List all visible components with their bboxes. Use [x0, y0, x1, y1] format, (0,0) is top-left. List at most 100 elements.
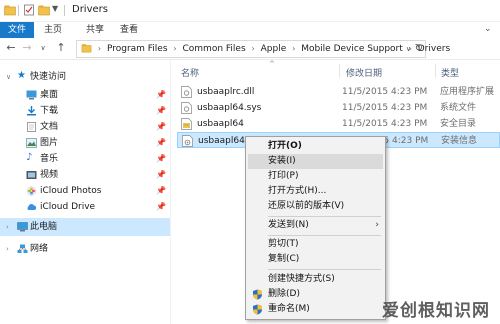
file-type: 安装信息: [441, 136, 478, 146]
properties-icon[interactable]: [23, 4, 35, 16]
dll-file-icon: [181, 86, 192, 98]
file-date: 11/5/2015 4:23 PM: [342, 103, 428, 113]
file-row[interactable]: usbaapl64.sys 11/5/2015 4:23 PM 系统文件: [177, 100, 500, 116]
menu-label: 创建快捷方式(S): [268, 274, 335, 284]
breadcrumb-chevron-icon[interactable]: ›: [173, 44, 176, 53]
nav-label: 网络: [30, 244, 49, 254]
tab-file[interactable]: 文件: [0, 22, 34, 38]
uac-shield-icon: [253, 289, 262, 300]
menu-item-open[interactable]: 打开(O): [248, 139, 383, 154]
file-name: usbaapl64: [197, 119, 244, 129]
icloud-drive-icon: [27, 204, 37, 210]
menu-label: 发送到(N): [268, 220, 309, 230]
forward-icon[interactable]: →: [20, 41, 34, 55]
menu-separator: [268, 216, 381, 217]
tab-share[interactable]: 共享: [80, 22, 110, 38]
column-header-date[interactable]: 修改日期: [346, 66, 382, 79]
security-catalog-icon: [181, 118, 192, 130]
menu-label: 打开方式(H)...: [268, 186, 327, 196]
file-type: 系统文件: [440, 103, 477, 113]
back-icon[interactable]: ←: [4, 41, 18, 55]
address-dropdown-icon[interactable]: ∨: [406, 45, 411, 53]
menu-item-restore-previous-versions[interactable]: 还原以前的版本(V): [248, 199, 383, 214]
file-date: 11/5/2015 4:23 PM: [342, 119, 428, 129]
menu-item-create-shortcut[interactable]: 创建快捷方式(S): [248, 272, 383, 287]
address-row: ← → ∨ ↑ › Program Files › Common Files ›…: [0, 38, 500, 60]
breadcrumb-chevron-icon[interactable]: ›: [252, 44, 255, 53]
music-icon: ♪: [26, 152, 33, 163]
up-icon[interactable]: ↑: [54, 41, 68, 55]
submenu-arrow-icon: ›: [375, 220, 379, 230]
quick-access-dropdown-icon[interactable]: ▼: [52, 4, 58, 13]
column-divider[interactable]: [339, 64, 340, 78]
menu-item-install[interactable]: 安装(I): [248, 154, 383, 169]
ribbon-tabs: 文件 主页 共享 查看 ⌄: [0, 22, 500, 38]
breadcrumb-chevron-icon[interactable]: ›: [98, 44, 101, 53]
download-icon: [27, 106, 36, 116]
nav-this-pc[interactable]: › 此电脑: [0, 218, 170, 236]
collapse-arrow-icon[interactable]: ∨: [6, 68, 11, 86]
uac-shield-icon: [253, 304, 262, 315]
menu-item-cut[interactable]: 剪切(T): [248, 237, 383, 252]
folder-app-icon: [4, 5, 16, 16]
nav-network[interactable]: › 网络: [0, 240, 170, 258]
menu-label: 打印(P): [268, 171, 299, 181]
navigation-pane: ∨ ★ 快速访问 桌面 📌 下载 📌 文档 📌 图片 📌 ♪ 音乐 📌 视频 📌…: [0, 60, 170, 324]
nav-label: iCloud Drive: [40, 202, 96, 212]
watermark: 爱创根知识网: [380, 292, 500, 324]
column-divider[interactable]: [435, 64, 436, 78]
nav-quick-access[interactable]: ∨ ★ 快速访问: [0, 68, 170, 86]
address-bar[interactable]: › Program Files › Common Files › Apple ›…: [76, 40, 450, 58]
file-type: 安全目录: [440, 119, 477, 129]
menu-label: 还原以前的版本(V): [268, 201, 345, 211]
breadcrumb-chevron-icon[interactable]: ›: [292, 44, 295, 53]
column-header-type[interactable]: 类型: [441, 66, 459, 79]
menu-item-open-with[interactable]: 打开方式(H)...: [248, 184, 383, 199]
context-menu: 打开(O) 安装(I) 打印(P) 打开方式(H)... 还原以前的版本(V) …: [245, 136, 386, 320]
breadcrumb-mobile-device-support[interactable]: Mobile Device Support: [301, 44, 403, 54]
documents-icon: [27, 122, 36, 132]
expand-ribbon-icon[interactable]: ⌄: [484, 24, 494, 34]
file-name: usbaaplrc.dll: [197, 87, 255, 97]
menu-label: 重命名(M): [268, 304, 310, 314]
file-type: 应用程序扩展: [440, 87, 495, 97]
file-name: usbaapl64.sys: [197, 103, 262, 113]
menu-separator: [268, 235, 381, 236]
videos-icon: [26, 171, 37, 179]
computer-icon: [17, 222, 28, 232]
tab-home[interactable]: 主页: [38, 22, 68, 38]
menu-label: 复制(C): [268, 254, 300, 264]
nav-label: 此电脑: [30, 222, 58, 232]
setup-info-icon: [182, 135, 193, 147]
menu-item-delete[interactable]: 删除(D): [248, 287, 383, 302]
expand-arrow-icon[interactable]: ›: [6, 240, 9, 258]
expand-arrow-icon[interactable]: ›: [6, 218, 9, 236]
menu-label: 打开(O): [268, 141, 302, 151]
desktop-icon: [26, 90, 37, 100]
refresh-icon[interactable]: ↻: [415, 43, 423, 54]
breadcrumb-apple[interactable]: Apple: [261, 44, 287, 54]
file-row[interactable]: usbaapl64 11/5/2015 4:23 PM 安全目录: [177, 116, 500, 132]
file-date: 11/5/2015 4:23 PM: [342, 87, 428, 97]
nav-item-icloud-drive[interactable]: iCloud Drive 📌: [0, 198, 170, 216]
new-folder-icon[interactable]: [38, 4, 50, 16]
folder-icon: [81, 44, 92, 53]
menu-separator: [268, 269, 381, 270]
tab-view[interactable]: 查看: [114, 22, 144, 38]
menu-item-print[interactable]: 打印(P): [248, 169, 383, 184]
menu-label: 删除(D): [268, 289, 300, 299]
breadcrumb-program-files[interactable]: Program Files: [107, 44, 168, 54]
window-title: Drivers: [72, 4, 108, 15]
star-icon: ★: [17, 70, 26, 81]
recent-locations-icon[interactable]: ∨: [36, 41, 50, 55]
file-name: usbaapl64: [198, 136, 245, 146]
column-header-name[interactable]: 名称: [181, 66, 199, 79]
menu-item-rename[interactable]: 重命名(M): [248, 302, 383, 317]
network-icon: [17, 244, 28, 253]
menu-item-copy[interactable]: 复制(C): [248, 252, 383, 267]
menu-label: 安装(I): [268, 156, 296, 166]
pin-icon[interactable]: 📌: [156, 198, 166, 216]
breadcrumb-common-files[interactable]: Common Files: [183, 44, 246, 54]
menu-item-send-to[interactable]: 发送到(N) ›: [248, 218, 383, 233]
file-row[interactable]: usbaaplrc.dll 11/5/2015 4:23 PM 应用程序扩展: [177, 84, 500, 100]
